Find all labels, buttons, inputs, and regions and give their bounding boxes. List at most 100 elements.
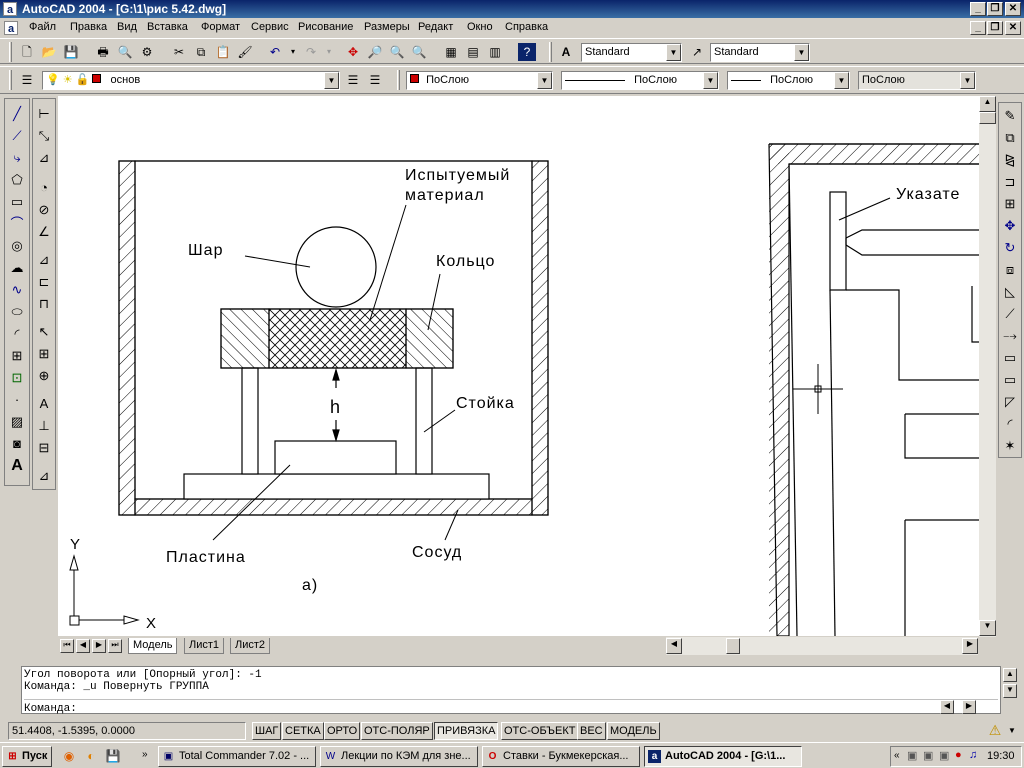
make-object-layer-current-icon[interactable]: ☰ (344, 71, 362, 89)
redo-dropdown-icon[interactable]: ▾ (320, 43, 338, 61)
menu-tools[interactable]: Сервис (251, 21, 289, 33)
chevron-down-icon[interactable]: ▼ (794, 44, 809, 61)
layer-previous-icon[interactable]: ☰ (366, 71, 384, 89)
chevron-down-icon[interactable]: ▼ (834, 72, 849, 89)
new-file-icon[interactable]: 🗋 (18, 43, 36, 61)
match-properties-icon[interactable]: 🖌 (236, 43, 254, 61)
menu-format[interactable]: Формат (201, 21, 240, 33)
offset-icon[interactable]: ⊐ (1000, 171, 1020, 193)
osnap-button[interactable]: ПРИВЯЗКА (434, 722, 499, 740)
arc-icon[interactable]: ⌒ (7, 213, 27, 235)
stretch-icon[interactable]: ◺ (1000, 281, 1020, 303)
hatch-icon[interactable]: ▨ (7, 411, 27, 433)
zoom-previous-icon[interactable]: 🔍 (410, 43, 428, 61)
circle-icon[interactable]: ◎ (7, 235, 27, 257)
coordinates-readout[interactable]: 51.4408, -1.5395, 0.0000 (8, 722, 246, 740)
toolbar-grip[interactable] (549, 42, 552, 62)
scroll-down-icon[interactable]: ▼ (979, 620, 996, 636)
properties-icon[interactable]: ▦ (442, 43, 460, 61)
doc-restore-icon[interactable]: ❐ (987, 21, 1003, 35)
menu-modify[interactable]: Редакт (418, 21, 453, 33)
close-icon[interactable]: ✕ (1005, 2, 1021, 16)
polygon-icon[interactable]: ⬠ (7, 169, 27, 191)
command-history[interactable]: Угол поворота или [Опорный угол]: -1 Ком… (21, 666, 1001, 715)
cmd-scroll-down-icon[interactable]: ▼ (1003, 684, 1017, 698)
warning-icon[interactable]: ⚠ (986, 722, 1004, 740)
dim-text-edit-icon[interactable]: ⊥ (34, 415, 54, 437)
revision-cloud-icon[interactable]: ☁ (7, 257, 27, 279)
chevron-down-icon[interactable]: ▼ (960, 72, 975, 89)
linetype-select[interactable]: ПоСлою ▼ (561, 71, 719, 90)
scroll-thumb[interactable] (979, 112, 996, 124)
insert-block-icon[interactable]: ⊞ (7, 345, 27, 367)
scroll-right-icon[interactable]: ▶ (962, 638, 978, 654)
restore-icon[interactable]: ❐ (987, 2, 1003, 16)
radius-dim-icon[interactable]: ◔ (34, 177, 54, 199)
pan-realtime-icon[interactable]: ✥ (344, 43, 362, 61)
menu-edit[interactable]: Правка (70, 21, 107, 33)
ordinate-dim-icon[interactable]: ⊿ (34, 147, 54, 169)
chevron-down-icon[interactable]: ▼ (324, 72, 339, 89)
continue-dim-icon[interactable]: ⊓ (34, 293, 54, 315)
mirror-icon[interactable]: ⧎ (1000, 149, 1020, 171)
undo-icon[interactable]: ↶ (266, 43, 284, 61)
line-icon[interactable]: ╱ (7, 103, 27, 125)
menu-help[interactable]: Справка (505, 21, 548, 33)
minimize-icon[interactable]: _ (970, 2, 986, 16)
quick-dim-icon[interactable]: ⊿ (34, 249, 54, 271)
cmd-scroll-right-icon[interactable]: ▶ (962, 700, 976, 714)
tab-first-icon[interactable]: ⏮ (60, 639, 74, 653)
cmd-scroll-left-icon[interactable]: ◀ (940, 700, 954, 714)
help-icon[interactable]: ? (518, 43, 536, 61)
command-input[interactable]: Команда: (24, 699, 998, 715)
autocad-app-icon[interactable]: a (3, 2, 17, 16)
tray-expand-icon[interactable]: « (894, 750, 900, 761)
quicklaunch-save-icon[interactable]: 💾 (104, 747, 122, 765)
layer-select[interactable]: 💡 ☀ 🔓 основ ▼ (42, 71, 340, 90)
extend-icon[interactable]: ⤍ (1000, 325, 1020, 347)
menu-file[interactable]: Файл (29, 21, 56, 33)
sun-icon[interactable]: ☀ (63, 74, 73, 86)
quick-leader-icon[interactable]: ↖ (34, 321, 54, 343)
status-menu-chevron-icon[interactable]: ▼ (1008, 726, 1016, 735)
center-mark-icon[interactable]: ⊕ (34, 365, 54, 387)
explode-icon[interactable]: ✶ (1000, 435, 1020, 457)
menu-window[interactable]: Окно (467, 21, 493, 33)
task-autocad[interactable]: a AutoCAD 2004 - [G:\1... (644, 746, 802, 767)
multiline-text-icon[interactable]: A (7, 455, 27, 477)
lock-icon[interactable]: 🔓 (76, 74, 90, 86)
zoom-realtime-icon[interactable]: 🔎 (366, 43, 384, 61)
dim-style-icon[interactable]: ↗ (688, 43, 706, 61)
undo-dropdown-icon[interactable]: ▾ (284, 43, 302, 61)
text-style-icon[interactable]: A (557, 43, 575, 61)
rotate-icon[interactable]: ↻ (1000, 237, 1020, 259)
rectangle-icon[interactable]: ▭ (7, 191, 27, 213)
array-icon[interactable]: ⊞ (1000, 193, 1020, 215)
drawing-canvas[interactable]: Испытуемый материал Шар Кольцо h Стойка … (58, 96, 979, 636)
copy-object-icon[interactable]: ⧉ (1000, 127, 1020, 149)
firefox-icon[interactable]: ◉ (60, 747, 78, 765)
color-select[interactable]: ПоСлою ▼ (406, 71, 553, 90)
menu-insert[interactable]: Вставка (147, 21, 188, 33)
tab-layout1[interactable]: Лист1 (184, 638, 225, 654)
tray-network2-icon[interactable]: ▣ (923, 749, 933, 762)
dim-update-icon[interactable]: ⊟ (34, 437, 54, 459)
cmd-scroll-up-icon[interactable]: ▲ (1003, 668, 1017, 682)
ring[interactable] (220, 308, 454, 369)
fillet-icon[interactable]: ◜ (1000, 413, 1020, 435)
spline-icon[interactable]: ∿ (7, 279, 27, 301)
tray-volume-icon[interactable]: ♫ (969, 749, 977, 761)
plot-icon[interactable]: 🖶 (94, 43, 112, 61)
toolbar-grip[interactable] (397, 70, 400, 90)
tested-material[interactable] (268, 308, 407, 369)
polar-button[interactable]: ОТС-ПОЛЯР (361, 722, 433, 740)
dim-style-select[interactable]: Standard ▼ (710, 43, 810, 62)
scroll-up-icon[interactable]: ▲ (979, 96, 996, 112)
tolerance-icon[interactable]: ⊞ (34, 343, 54, 365)
paste-icon[interactable]: 📋 (214, 43, 232, 61)
ellipse-icon[interactable]: ⬭ (7, 301, 27, 323)
clock[interactable]: 19:30 (987, 750, 1015, 762)
document-icon[interactable]: a (4, 21, 18, 35)
tab-next-icon[interactable]: ▶ (92, 639, 106, 653)
otrack-button[interactable]: ОТС-ОБЪЕКТ (501, 722, 579, 740)
